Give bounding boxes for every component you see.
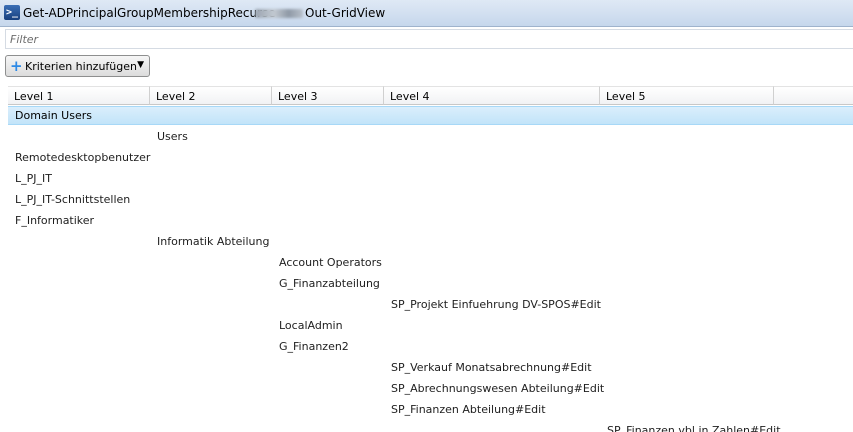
- table-row[interactable]: Users: [8, 127, 853, 148]
- table-row[interactable]: L_PJ_IT-Schnittstellen: [8, 190, 853, 211]
- cell-level-1: Remotedesktopbenutzer: [15, 151, 151, 164]
- title-bar: >_ Get-ADPrincipalGroupMembershipRecurse…: [0, 0, 853, 27]
- cell-level-3: Account Operators: [279, 256, 382, 269]
- table-row[interactable]: G_Finanzabteilung: [8, 274, 853, 295]
- column-header-level-3[interactable]: Level 3: [272, 86, 384, 105]
- table-row[interactable]: SP_Abrechnungswesen Abteilung#Edit: [8, 379, 853, 400]
- cell-level-1: F_Informatiker: [15, 214, 95, 227]
- cell-level-4: SP_Abrechnungswesen Abteilung#Edit: [391, 382, 605, 395]
- column-header-level-5[interactable]: Level 5: [600, 86, 774, 105]
- cell-level-2: Users: [157, 130, 188, 143]
- cell-level-1: L_PJ_IT: [15, 172, 52, 185]
- redacted-title-segment: [255, 9, 303, 18]
- window-subtitle: Out-GridView: [305, 6, 386, 20]
- add-criteria-button[interactable]: + Kriterien hinzufügen ▼: [5, 55, 150, 77]
- cell-level-3: G_Finanzabteilung: [279, 277, 380, 290]
- cell-level-4: SP_Projekt Einfuehrung DV-SPOS#Edit: [391, 298, 601, 311]
- column-header-level-2[interactable]: Level 2: [150, 86, 272, 105]
- cell-level-4: SP_Finanzen Abteilung#Edit: [391, 403, 546, 416]
- column-header-level-4[interactable]: Level 4: [384, 86, 600, 105]
- table-row[interactable]: G_Finanzen2: [8, 337, 853, 358]
- cell-level-5: SP_Finanzen vbl in Zahlen#Edit: [607, 424, 781, 432]
- table-row[interactable]: Domain Users: [8, 106, 853, 125]
- results-grid: Level 1 Level 2 Level 3 Level 4 Level 5 …: [8, 86, 853, 432]
- dropdown-arrow-icon: ▼: [137, 60, 144, 70]
- table-row[interactable]: Informatik Abteilung: [8, 232, 853, 253]
- table-row[interactable]: SP_Finanzen vbl in Zahlen#Edit: [8, 421, 853, 432]
- cell-level-2: Informatik Abteilung: [157, 235, 270, 248]
- column-header-level-1[interactable]: Level 1: [8, 86, 150, 105]
- plus-icon: +: [10, 57, 23, 75]
- cell-level-4: SP_Verkauf Monatsabrechnung#Edit: [391, 361, 592, 374]
- table-row[interactable]: Remotedesktopbenutzer: [8, 148, 853, 169]
- cell-level-1: L_PJ_IT-Schnittstellen: [15, 193, 131, 206]
- window-title: Get-ADPrincipalGroupMembershipRecurse: [23, 6, 276, 20]
- add-criteria-label: Kriterien hinzufügen: [25, 60, 137, 73]
- table-row[interactable]: L_PJ_IT: [8, 169, 853, 190]
- powershell-icon: >_: [4, 5, 20, 20]
- table-row[interactable]: SP_Finanzen Abteilung#Edit: [8, 400, 853, 421]
- table-row[interactable]: LocalAdmin: [8, 316, 853, 337]
- table-row[interactable]: SP_Projekt Einfuehrung DV-SPOS#Edit: [8, 295, 853, 316]
- cell-level-3: G_Finanzen2: [279, 340, 349, 353]
- table-row[interactable]: F_Informatiker: [8, 211, 853, 232]
- table-row[interactable]: Account Operators: [8, 253, 853, 274]
- filter-box[interactable]: [5, 29, 853, 49]
- table-row[interactable]: SP_Verkauf Monatsabrechnung#Edit: [8, 358, 853, 379]
- column-header-row: Level 1 Level 2 Level 3 Level 4 Level 5: [8, 86, 853, 106]
- cell-level-3: LocalAdmin: [279, 319, 343, 332]
- filter-input[interactable]: [6, 30, 853, 48]
- column-header-filler: [774, 86, 853, 105]
- cell-level-1: Domain Users: [15, 109, 92, 122]
